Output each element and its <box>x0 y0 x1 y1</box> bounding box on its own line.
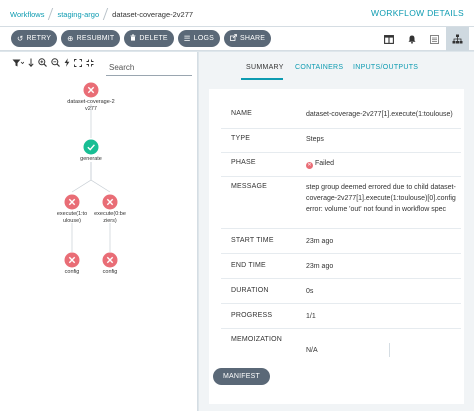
compress-icon[interactable] <box>86 59 94 67</box>
graph-tools <box>12 58 94 67</box>
workflow-graph-panel: dataset-coverage-2v277 generate execute(… <box>0 52 198 411</box>
graph-node-dataset-coverage[interactable] <box>83 82 99 98</box>
memoization-value: N/A <box>306 347 318 354</box>
message-value: step group deemed errored due to child d… <box>306 184 456 214</box>
summary-row-type: TYPE Steps <box>221 129 461 153</box>
logs-label: LOGS <box>193 35 214 42</box>
retry-button[interactable]: ↺ RETRY <box>11 30 58 47</box>
summary-row-start-time: START TIME 23m ago <box>221 229 461 254</box>
memoization-label: MEMOIZATION <box>231 336 283 343</box>
zoom-in-icon[interactable] <box>38 58 47 67</box>
sort-down-icon[interactable] <box>28 58 34 67</box>
node-details-panel: SUMMARY CONTAINERS INPUTS/OUTPUTS NAME d… <box>199 52 474 411</box>
event-icon <box>430 34 439 44</box>
breadcrumb-namespace[interactable]: staging-argo <box>57 10 99 19</box>
delete-button[interactable]: DELETE <box>124 30 174 47</box>
summary-row-message: MESSAGE step group deemed errored due to… <box>221 177 461 229</box>
tab-containers[interactable]: CONTAINERS <box>295 64 343 71</box>
end-time-label: END TIME <box>231 262 266 269</box>
bolt-icon[interactable] <box>64 58 70 67</box>
graph-node-config-2[interactable] <box>102 252 118 268</box>
phase-value: ✕ Failed <box>306 158 456 169</box>
phase-text: Failed <box>315 160 335 167</box>
tab-inputs-outputs[interactable]: INPUTS/OUTPUTS <box>353 64 418 71</box>
start-time-label: START TIME <box>231 237 274 244</box>
start-time-value: 23m ago <box>306 238 334 245</box>
node-label: generate <box>80 156 102 162</box>
summary-row-phase: PHASE ✕ Failed <box>221 153 461 177</box>
graph-view-button[interactable] <box>446 27 469 51</box>
details-tabs: SUMMARY CONTAINERS INPUTS/OUTPUTS <box>199 52 474 84</box>
progress-value: 1/1 <box>306 313 316 320</box>
delete-label: DELETE <box>139 35 168 42</box>
resubmit-label: RESUBMIT <box>76 35 115 42</box>
node-label: dataset-coverage-2v277 <box>67 99 115 112</box>
notifications-button[interactable] <box>400 27 423 51</box>
active-tab-indicator <box>241 78 283 80</box>
summary-row-duration: DURATION 0s <box>221 279 461 304</box>
end-time-value: 23m ago <box>306 263 334 270</box>
breadcrumb-workflows[interactable]: Workflows <box>10 10 44 19</box>
graph-node-config-1[interactable] <box>64 252 80 268</box>
divider <box>389 343 390 357</box>
summary-row-end-time: END TIME 23m ago <box>221 254 461 279</box>
undo-icon: ↺ <box>17 33 24 43</box>
zoom-out-icon[interactable] <box>51 58 60 67</box>
manifest-button[interactable]: MANIFEST <box>213 368 270 385</box>
failed-icon: ✕ <box>306 162 313 169</box>
type-label: TYPE <box>231 135 251 142</box>
breadcrumb: Workflows staging-argo dataset-coverage-… <box>10 8 193 20</box>
graph-edge <box>71 162 92 193</box>
action-toolbar: ↺ RETRY ⊕ RESUBMIT DELETE ☰ LOGS SHARE <box>0 27 474 51</box>
top-header: Workflows staging-argo dataset-coverage-… <box>0 0 474 27</box>
graph-edge <box>90 162 111 193</box>
columns-icon <box>383 34 394 44</box>
filter-icon[interactable] <box>12 59 24 67</box>
trash-icon <box>130 34 136 43</box>
name-value: dataset-coverage-2v277[1].execute(1:toul… <box>306 111 453 118</box>
columns-view-button[interactable] <box>377 27 400 51</box>
breadcrumb-separator <box>48 8 54 20</box>
summary-row-progress: PROGRESS 1/1 <box>221 304 461 329</box>
summary-row-name: NAME dataset-coverage-2v277[1].execute(1… <box>221 104 461 129</box>
node-label: execute(1:toulouse) <box>56 211 88 224</box>
type-value: Steps <box>306 136 324 143</box>
share-icon <box>230 34 237 43</box>
list-icon: ☰ <box>183 33 191 43</box>
plus-circle-icon: ⊕ <box>67 33 74 43</box>
page-title: WORKFLOW DETAILS <box>371 8 464 18</box>
duration-value: 0s <box>306 288 314 295</box>
duration-label: DURATION <box>231 287 269 294</box>
tab-summary[interactable]: SUMMARY <box>246 64 284 71</box>
logs-button[interactable]: ☰ LOGS <box>177 30 220 47</box>
phase-label: PHASE <box>231 159 256 166</box>
summary-card: NAME dataset-coverage-2v277[1].execute(1… <box>209 89 464 404</box>
graph-node-generate[interactable] <box>83 139 99 155</box>
retry-label: RETRY <box>26 35 52 42</box>
name-label: NAME <box>231 110 253 117</box>
share-button[interactable]: SHARE <box>224 30 272 47</box>
node-label: config <box>102 269 118 275</box>
share-label: SHARE <box>240 35 266 42</box>
graph-node-execute-toulouse[interactable] <box>64 194 80 210</box>
summary-row-memoization: MEMOIZATION N/A <box>221 329 461 361</box>
bell-icon <box>408 35 415 44</box>
events-view-button[interactable] <box>423 27 446 51</box>
graph-edges <box>71 104 111 252</box>
message-label: MESSAGE <box>231 183 268 190</box>
expand-icon[interactable] <box>74 58 82 67</box>
sitemap-icon <box>452 34 463 44</box>
node-label: config <box>64 269 80 275</box>
node-label: execute(0:beziers) <box>94 211 126 224</box>
breadcrumb-separator <box>102 8 109 20</box>
breadcrumb-workflow: dataset-coverage-2v277 <box>112 9 194 19</box>
progress-label: PROGRESS <box>231 312 273 319</box>
resubmit-button[interactable]: ⊕ RESUBMIT <box>61 30 121 47</box>
graph-search-input[interactable] <box>106 59 192 76</box>
graph-node-execute-beziers[interactable] <box>102 194 118 210</box>
